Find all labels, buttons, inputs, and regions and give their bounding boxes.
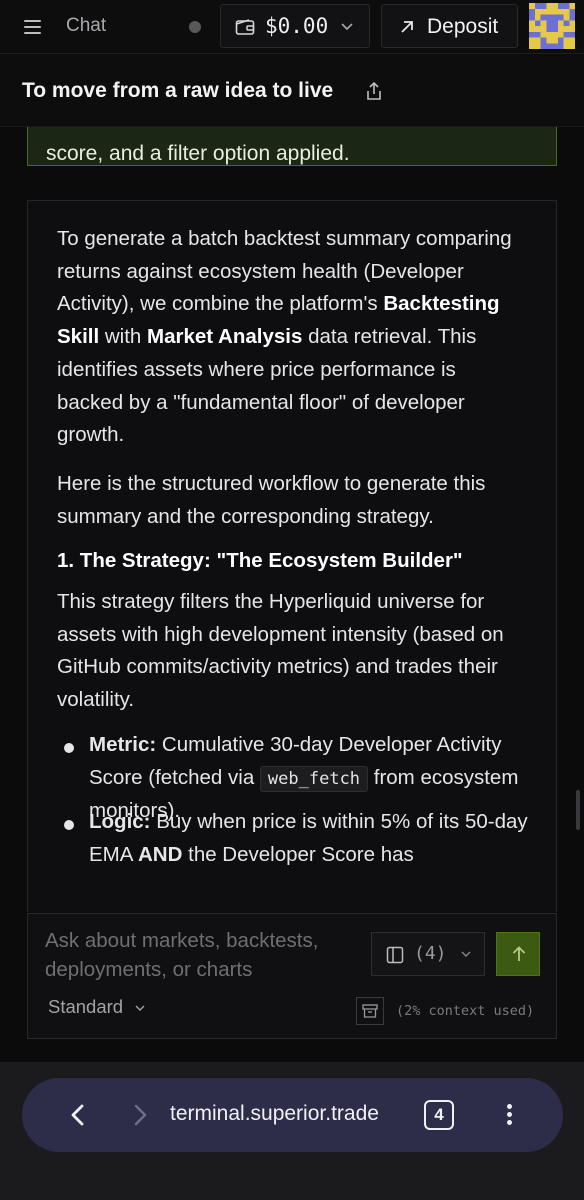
chevron-left-icon[interactable]	[64, 1100, 92, 1130]
arrow-up-right-icon	[401, 21, 413, 33]
hamburger-menu-icon[interactable]	[20, 15, 46, 39]
assistant-paragraph: Here is the structured workflow to gener…	[57, 472, 486, 528]
wallet-amount: $0.00	[265, 14, 329, 38]
chevron-down-icon	[461, 951, 471, 957]
status-dot	[189, 21, 201, 33]
more-vertical-icon[interactable]	[500, 1100, 520, 1130]
thread-header: To move from a raw idea to live	[0, 55, 584, 127]
deposit-button[interactable]: Deposit	[381, 4, 518, 48]
section-heading: 1. The Strategy: "The Ecosystem Builder"	[57, 549, 463, 572]
mode-selector[interactable]: Standard	[48, 996, 146, 1018]
address-bar: terminal.superior.trade 4	[22, 1078, 563, 1152]
wallet-icon	[235, 19, 255, 35]
context-usage-text: (2% context used)	[396, 1003, 535, 1019]
pixel-avatar-icon[interactable]	[529, 3, 575, 49]
inline-code: web_fetch	[259, 765, 369, 792]
bullet-dot	[64, 820, 74, 830]
panel-icon	[386, 946, 404, 964]
chevron-right-icon[interactable]	[126, 1100, 154, 1130]
tabs-count: 4	[434, 1105, 444, 1124]
context-panel-button[interactable]: (4)	[371, 932, 485, 976]
url-text[interactable]: terminal.superior.trade	[170, 1102, 379, 1126]
message-composer: Ask about markets, backtests, deployment…	[27, 913, 557, 1039]
browser-toolbar: terminal.superior.trade 4	[0, 1062, 584, 1200]
assistant-paragraph: To generate a batch backtest summary com…	[57, 227, 512, 447]
archive-icon	[362, 1004, 378, 1018]
chevron-down-icon	[341, 23, 353, 31]
user-message: score, and a filter option applied.	[27, 127, 557, 166]
context-count: (4)	[414, 943, 447, 964]
arrow-up-icon	[512, 946, 526, 961]
chat-messages[interactable]: score, and a filter option applied. To g…	[0, 127, 584, 912]
mode-label: Standard	[48, 996, 124, 1017]
thread-title: To move from a raw idea to live	[22, 79, 334, 102]
list-item: Logic: Buy when price is within 5% of it…	[89, 810, 528, 866]
user-message-text: score, and a filter option applied.	[46, 142, 350, 165]
deposit-label: Deposit	[427, 15, 499, 38]
tabs-button[interactable]: 4	[424, 1100, 454, 1130]
assistant-message: To generate a batch backtest summary com…	[27, 200, 557, 912]
archive-button[interactable]	[356, 997, 384, 1025]
top-bar: Chat $0.00 Deposit	[0, 0, 584, 54]
chevron-down-icon	[135, 1005, 145, 1012]
bullet-dot	[64, 743, 74, 753]
message-input[interactable]: Ask about markets, backtests, deployment…	[45, 926, 365, 984]
share-icon[interactable]	[364, 81, 384, 101]
wallet-balance-button[interactable]: $0.00	[220, 4, 370, 48]
scrollbar-thumb[interactable]	[576, 790, 580, 830]
assistant-paragraph: This strategy filters the Hyperliquid un…	[57, 590, 504, 712]
send-button[interactable]	[496, 932, 540, 976]
chat-title: Chat	[66, 15, 107, 36]
